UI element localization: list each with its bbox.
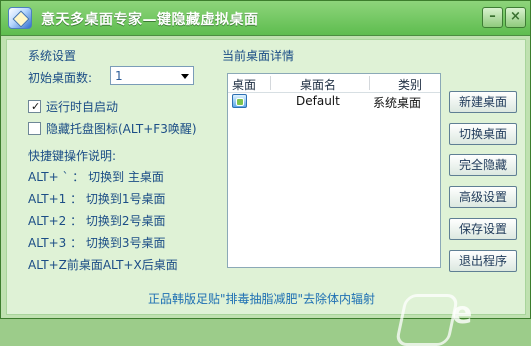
autostart-label: 运行时自启动: [46, 100, 119, 114]
title-bar: 意天多桌面专家—键隐藏虚拟桌面 – ×: [1, 1, 530, 36]
shortcut-line-2: ALT+2 ： 切换到2号桌面: [28, 214, 166, 228]
desktop-name: Default: [296, 94, 340, 108]
switch-desktop-button[interactable]: 切换桌面: [449, 123, 517, 145]
autostart-checkbox[interactable]: ✓: [28, 100, 41, 113]
initial-desktop-label: 初始桌面数:: [28, 71, 93, 85]
desktop-category: 系统桌面: [373, 96, 422, 110]
initial-desktop-value: 1: [115, 69, 123, 83]
app-icon: [8, 7, 32, 29]
window-title: 意天多桌面专家—键隐藏虚拟桌面: [41, 12, 259, 28]
advanced-settings-button[interactable]: 高级设置: [449, 186, 517, 208]
new-desktop-button[interactable]: 新建桌面: [449, 91, 517, 113]
desktop-list: 桌面 桌面名 类别 Default 系统桌面: [227, 73, 441, 268]
shortcut-line-0: ALT+ ` ： 切换到 主桌面: [28, 170, 164, 184]
main-window: 意天多桌面专家—键隐藏虚拟桌面 – × 系统设置 初始桌面数: 1 ✓ 运行时自…: [0, 0, 531, 346]
watermark-logo: [394, 294, 460, 346]
hide-all-button[interactable]: 完全隐藏: [449, 154, 517, 176]
column-name: 桌面名: [300, 78, 337, 92]
column-separator: [369, 76, 370, 90]
desktop-details-title: 当前桌面详情: [222, 49, 295, 63]
hide-tray-checkbox[interactable]: [28, 122, 41, 135]
close-button[interactable]: ×: [505, 7, 526, 28]
watermark-text: e: [452, 296, 474, 331]
hide-tray-label: 隐藏托盘图标(ALT+F3唤醒): [46, 122, 197, 136]
system-settings-title: 系统设置: [28, 49, 77, 63]
desktop-row[interactable]: Default 系统桌面: [228, 92, 440, 110]
column-separator: [270, 76, 271, 90]
watermark: e: [394, 294, 526, 346]
shortcut-line-4: ALT+Z前桌面ALT+X后桌面: [28, 258, 178, 272]
save-settings-button[interactable]: 保存设置: [449, 218, 517, 240]
initial-desktop-select[interactable]: 1: [110, 66, 194, 85]
shortcut-title: 快捷键操作说明:: [28, 149, 117, 163]
status-link[interactable]: 正品韩版足贴"排毒抽脂减肥"去除体内辐射: [148, 290, 375, 307]
exit-button[interactable]: 退出程序: [449, 250, 517, 272]
checkmark-icon: ✓: [31, 100, 41, 113]
shortcut-line-3: ALT+3 ： 切换到3号桌面: [28, 236, 166, 250]
column-category: 类别: [398, 78, 423, 92]
column-desktop: 桌面: [232, 78, 257, 92]
minimize-button[interactable]: –: [482, 7, 503, 28]
desktop-icon: [232, 94, 247, 108]
desktop-list-header: 桌面 桌面名 类别: [228, 74, 440, 93]
chevron-down-icon[interactable]: [181, 74, 189, 79]
shortcut-line-1: ALT+1 ： 切换到1号桌面: [28, 192, 166, 206]
content-area: 系统设置 初始桌面数: 1 ✓ 运行时自启动 隐藏托盘图标(ALT+F3唤醒) …: [6, 39, 526, 346]
